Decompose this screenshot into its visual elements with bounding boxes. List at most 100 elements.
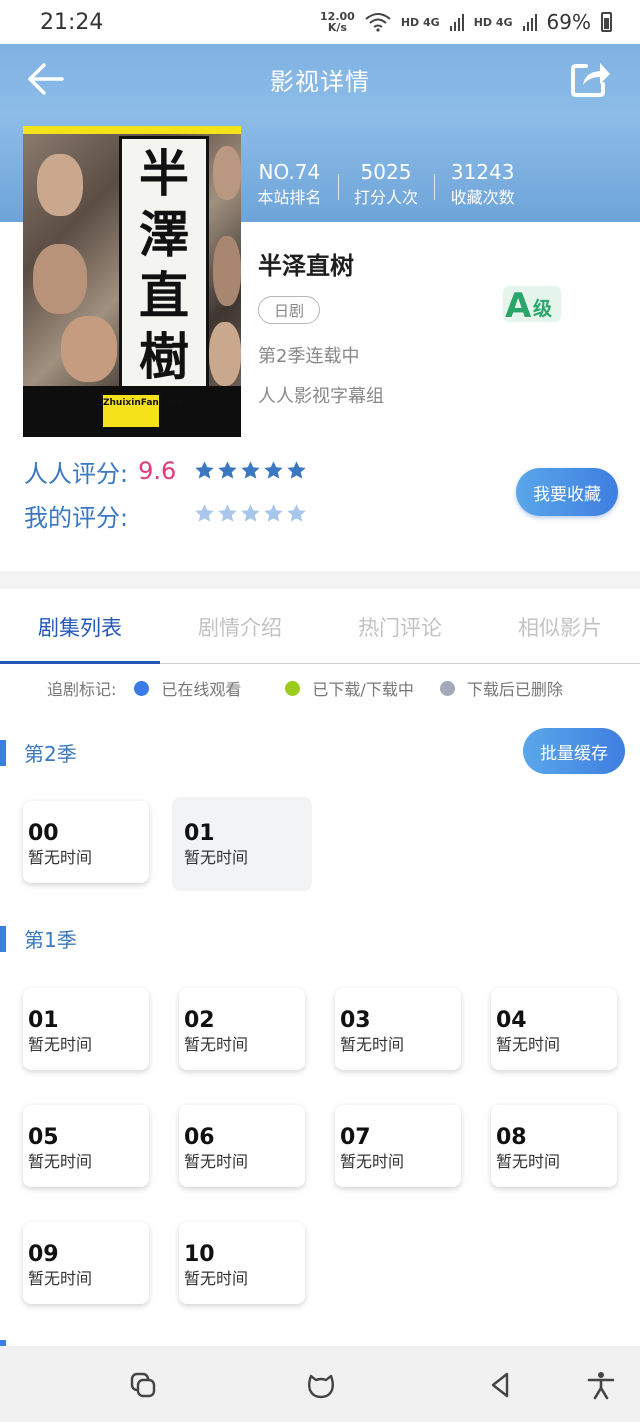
episode-card[interactable]: 00 暂无时间 (23, 801, 149, 883)
episode-number: 09 (28, 1242, 59, 1267)
network-speed-unit: K/s (327, 21, 347, 34)
signal-bars-icon (449, 14, 464, 31)
episode-number: 01 (184, 821, 215, 846)
episode-number: 03 (340, 1008, 371, 1033)
site-rating-stars (194, 460, 307, 481)
legend-label: 已在线观看 (161, 680, 242, 699)
episode-card[interactable]: 06 暂无时间 (179, 1105, 305, 1187)
signal-bars-icon (522, 14, 537, 31)
legend-label: 已下载/下载中 (312, 680, 414, 699)
back-triangle-icon[interactable] (486, 1370, 516, 1400)
poster-face (37, 154, 83, 216)
stat-value: 5025 (360, 160, 412, 184)
star-icon[interactable] (286, 503, 307, 524)
battery-percent: 69% (546, 10, 591, 34)
accessibility-icon[interactable] (586, 1370, 616, 1400)
tab-plot[interactable]: 剧情介绍 (160, 589, 320, 663)
stat-label: 打分人次 (354, 188, 419, 207)
episode-time: 暂无时间 (28, 1152, 93, 1171)
collect-button[interactable]: 我要收藏 (516, 468, 618, 516)
stat-value: NO.74 (258, 160, 321, 184)
my-rating-row: 我的评分: (24, 497, 128, 533)
site-rating-label: 人人评分: (24, 459, 129, 488)
episode-time: 暂无时间 (184, 1152, 249, 1171)
stats-row: NO.74 本站排名 5025 打分人次 31243 收藏次数 (241, 158, 531, 214)
tab-episode-list[interactable]: 剧集列表 (0, 589, 160, 664)
network-speed: 12.00 K/s (320, 11, 355, 33)
episode-card[interactable]: 01 暂无时间 (172, 797, 312, 891)
poster-face (213, 146, 241, 200)
site-rating-score: 9.6 (138, 457, 177, 485)
season-accent-bar (0, 740, 6, 766)
episode-card[interactable]: 08 暂无时间 (491, 1105, 617, 1187)
watch-legend: 追剧标记: 已在线观看 已下载/下载中 下载后已删除 (47, 676, 563, 700)
episode-number: 00 (28, 821, 59, 846)
episode-time: 暂无时间 (340, 1035, 405, 1054)
episode-number: 01 (28, 1008, 59, 1033)
my-rating-label: 我的评分: (24, 503, 129, 532)
episode-card[interactable]: 10 暂无时间 (179, 1222, 305, 1304)
stat-favorites: 31243 收藏次数 (434, 158, 531, 214)
tab-similar[interactable]: 相似影片 (480, 589, 640, 663)
my-rating-stars[interactable] (194, 503, 307, 524)
home-icon[interactable] (306, 1370, 336, 1400)
episode-time: 暂无时间 (184, 1035, 249, 1054)
genre-tag[interactable]: 日剧 (258, 296, 320, 324)
legend-item-deleted: 下载后已删除 (439, 676, 563, 700)
page-title: 影视详情 (270, 68, 370, 96)
legend-dot-icon (285, 680, 301, 696)
star-icon[interactable] (217, 503, 238, 524)
episode-card[interactable]: 02 暂无时间 (179, 988, 305, 1070)
season-accent-bar (0, 926, 6, 952)
episode-card[interactable]: 05 暂无时间 (23, 1105, 149, 1187)
signal-1-label: HD 4G (400, 15, 440, 29)
legend-label: 下载后已删除 (466, 680, 563, 699)
episode-time: 暂无时间 (184, 848, 249, 867)
poster-face (33, 244, 87, 314)
season-title: 第2季 (24, 742, 77, 766)
recent-apps-icon[interactable] (128, 1370, 158, 1400)
poster-face (213, 236, 241, 306)
poster-title-box: 半 澤 直 樹 (119, 136, 209, 394)
batch-cache-button[interactable]: 批量缓存 (523, 728, 625, 774)
poster-top-stripe (23, 126, 241, 134)
poster-logo: ZhuixinFan.com (103, 395, 183, 427)
stat-rating-count: 5025 打分人次 (337, 158, 435, 214)
episode-time: 暂无时间 (184, 1269, 249, 1288)
tab-bar: 剧集列表 剧情介绍 热门评论 相似影片 (0, 589, 640, 664)
episode-time: 暂无时间 (496, 1035, 561, 1054)
episode-card[interactable]: 04 暂无时间 (491, 988, 617, 1070)
legend-dot-icon (439, 680, 455, 696)
poster-logo-text: ZhuixinFan.com (103, 398, 184, 408)
episode-number: 05 (28, 1125, 59, 1150)
episode-number: 07 (340, 1125, 371, 1150)
grade-letter: A (505, 286, 532, 324)
movie-poster[interactable]: 半 澤 直 樹 ZhuixinFan.com (23, 126, 241, 437)
star-icon (195, 461, 214, 479)
star-icon[interactable] (263, 503, 284, 524)
star-icon[interactable] (194, 503, 215, 524)
signal-2-label: HD 4G (473, 15, 513, 29)
tab-comments[interactable]: 热门评论 (320, 589, 480, 663)
stat-rank: NO.74 本站排名 (241, 158, 338, 214)
episode-card[interactable]: 01 暂无时间 (23, 988, 149, 1070)
wifi-icon (365, 13, 391, 32)
nav-bar: 影视详情 (0, 44, 640, 114)
episode-number: 08 (496, 1125, 527, 1150)
episode-number: 02 (184, 1008, 215, 1033)
star-icon[interactable] (240, 503, 261, 524)
share-icon[interactable] (570, 58, 612, 98)
legend-dot-icon (134, 680, 150, 696)
section-divider (0, 571, 640, 589)
battery-icon (601, 12, 612, 32)
episode-number: 04 (496, 1008, 527, 1033)
episode-number: 10 (184, 1242, 215, 1267)
season-title: 第1季 (24, 928, 77, 952)
episode-card[interactable]: 09 暂无时间 (23, 1222, 149, 1304)
episode-card[interactable]: 07 暂无时间 (335, 1105, 461, 1187)
star-icon (287, 461, 306, 479)
grade-suffix: 级 (533, 297, 552, 320)
poster-title-char: 樹 (139, 326, 189, 386)
episode-time: 暂无时间 (496, 1152, 561, 1171)
episode-card[interactable]: 03 暂无时间 (335, 988, 461, 1070)
